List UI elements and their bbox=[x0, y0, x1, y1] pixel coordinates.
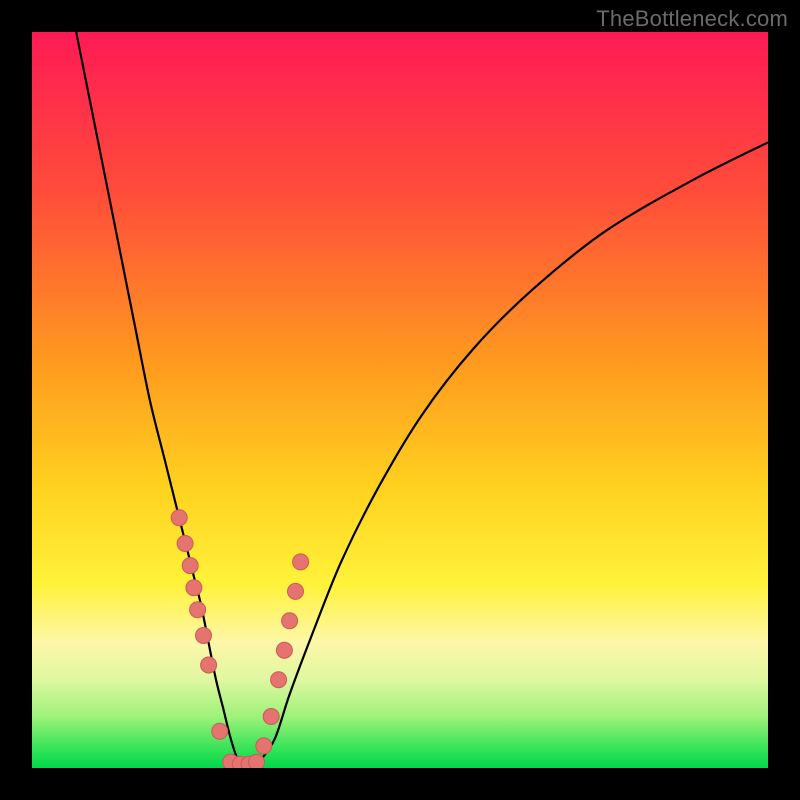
curve-marker bbox=[282, 613, 298, 629]
curve-marker bbox=[256, 738, 272, 754]
curve-marker bbox=[171, 510, 187, 526]
curve-marker bbox=[201, 657, 217, 673]
curve-marker bbox=[182, 558, 198, 574]
curve-marker bbox=[186, 580, 202, 596]
marker-group bbox=[171, 510, 308, 768]
curve-marker bbox=[276, 642, 292, 658]
curve-marker bbox=[212, 723, 228, 739]
watermark-text: TheBottleneck.com bbox=[596, 6, 788, 32]
curve-marker bbox=[249, 754, 265, 768]
curve-marker bbox=[293, 554, 309, 570]
curve-marker bbox=[196, 628, 212, 644]
curve-marker bbox=[190, 602, 206, 618]
curve-marker bbox=[288, 583, 304, 599]
plot-area bbox=[32, 32, 768, 768]
curve-marker bbox=[271, 672, 287, 688]
curve-layer bbox=[32, 32, 768, 768]
bottleneck-curve bbox=[76, 32, 768, 768]
curve-marker bbox=[263, 709, 279, 725]
curve-marker bbox=[177, 536, 193, 552]
outer-frame: TheBottleneck.com bbox=[0, 0, 800, 800]
